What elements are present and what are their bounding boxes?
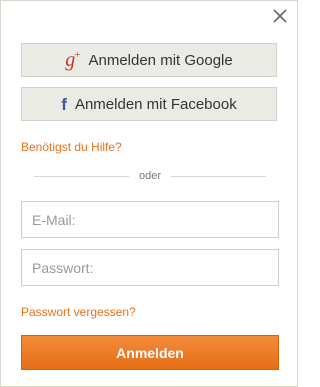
divider-text: oder [138, 170, 162, 182]
close-icon[interactable] [273, 9, 287, 23]
google-plus-icon: g+ [65, 49, 81, 71]
facebook-icon: f [61, 94, 67, 114]
password-field[interactable] [21, 249, 279, 286]
login-submit-button[interactable]: Anmelden [21, 335, 279, 370]
forgot-password-link[interactable]: Passwort vergessen? [21, 305, 136, 319]
login-dialog: g+ Anmelden mit Google f Anmelden mit Fa… [0, 0, 298, 387]
divider-line-right [171, 175, 266, 177]
help-link[interactable]: Benötigst du Hilfe? [21, 140, 122, 154]
divider-line-left [34, 175, 129, 177]
facebook-login-label: Anmelden mit Facebook [74, 95, 237, 113]
email-field[interactable] [21, 201, 279, 238]
or-divider: oder [34, 169, 266, 183]
google-login-button[interactable]: g+ Anmelden mit Google [21, 43, 277, 77]
google-login-label: Anmelden mit Google [88, 51, 233, 69]
facebook-login-button[interactable]: f Anmelden mit Facebook [21, 87, 277, 121]
